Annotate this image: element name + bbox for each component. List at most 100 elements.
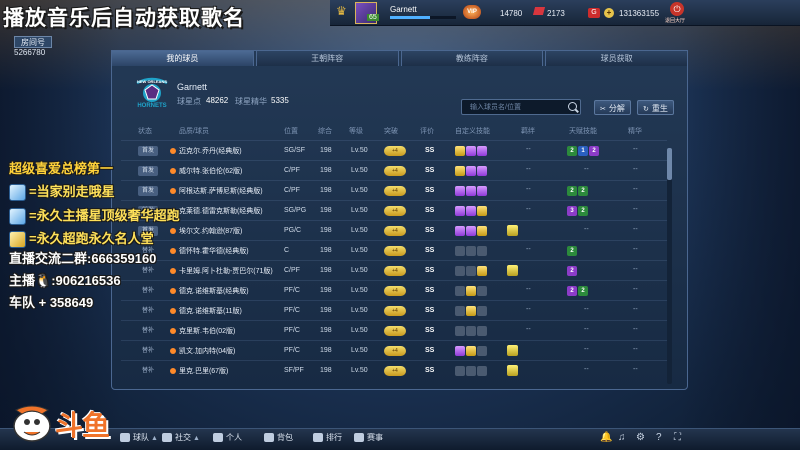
skill-icon[interactable]: [466, 326, 476, 336]
skill-icon[interactable]: [477, 166, 487, 176]
player-status[interactable]: 替补: [138, 306, 158, 316]
player-name-cell[interactable]: 卡里姆.阿卜杜勒-贾巴尔(71版): [179, 266, 273, 276]
talent-badge[interactable]: 2: [567, 246, 577, 256]
skill-icon[interactable]: [455, 206, 465, 216]
talent-badge[interactable]: 2: [578, 286, 588, 296]
player-name-cell[interactable]: 克莱德.德雷克斯勒(经典版): [179, 206, 263, 216]
decompose-button[interactable]: ✂ 分解: [594, 100, 631, 115]
tab-coach-lineup[interactable]: 教练阵容: [400, 50, 544, 66]
skill-icon[interactable]: [455, 186, 465, 196]
skill-icon[interactable]: [455, 346, 465, 356]
table-row[interactable]: 首发 克莱德.德雷克斯勒(经典版) SG/PG 198 Lv.50 +4 SS -- 3 2 --: [121, 200, 667, 220]
rebirth-button[interactable]: ↻ 重生: [637, 100, 674, 115]
settings-icon[interactable]: ⚙: [636, 432, 645, 443]
skill-icon[interactable]: [466, 206, 476, 216]
nav-rank[interactable]: 排行: [313, 432, 342, 443]
talent-badge[interactable]: 2: [567, 266, 577, 276]
notification-icon[interactable]: 🔔: [600, 432, 612, 443]
skill-icon[interactable]: [466, 226, 476, 236]
player-name-cell[interactable]: 凯文.加内特(04版): [179, 346, 235, 356]
player-name-cell[interactable]: 德怀特.霍华德(经典版): [179, 246, 249, 256]
music-icon[interactable]: ♫: [618, 432, 626, 443]
player-status[interactable]: 首发: [138, 166, 158, 176]
player-name-cell[interactable]: 克里斯.韦伯(02版): [179, 326, 235, 336]
table-row[interactable]: 替补 卡里姆.阿卜杜勒-贾巴尔(71版) C/PF 198 Lv.50 +4 SS 2 --: [121, 260, 667, 280]
skill-icon[interactable]: [455, 246, 465, 256]
skill-icon[interactable]: [477, 346, 487, 356]
player-status[interactable]: 首发: [138, 186, 158, 196]
skill-icon[interactable]: [477, 186, 487, 196]
tab-my-players[interactable]: 我的球员: [111, 50, 254, 66]
bond-icon[interactable]: [507, 265, 518, 276]
skill-icon[interactable]: [455, 166, 465, 176]
player-name-cell[interactable]: 埃尔文.约翰逊(87版): [179, 226, 242, 236]
skill-icon[interactable]: [455, 146, 465, 156]
skill-icon[interactable]: [477, 226, 487, 236]
skill-icon[interactable]: [466, 346, 476, 356]
table-row[interactable]: 首发 威尔特.张伯伦(62版) C/PF 198 Lv.50 +4 SS -- -- --: [121, 160, 667, 180]
skill-icon[interactable]: [466, 306, 476, 316]
skill-icon[interactable]: [477, 266, 487, 276]
skill-icon[interactable]: [455, 366, 465, 376]
talent-badge[interactable]: 3: [567, 206, 577, 216]
skill-icon[interactable]: [455, 266, 465, 276]
skill-icon[interactable]: [466, 286, 476, 296]
breakthrough-badge[interactable]: +4: [384, 206, 406, 216]
bond-icon[interactable]: [507, 345, 518, 356]
player-name-cell[interactable]: 德克.诺维斯基(11版): [179, 306, 242, 316]
skill-icon[interactable]: [466, 366, 476, 376]
table-row[interactable]: 替补 德克.诺维斯基(11版) PF/C 198 Lv.50 +4 SS -- -- --: [121, 300, 667, 320]
talent-badge[interactable]: 1: [578, 146, 588, 156]
breakthrough-badge[interactable]: +4: [384, 286, 406, 296]
vip-icon[interactable]: VIP: [463, 5, 481, 19]
talent-badge[interactable]: 2: [567, 286, 577, 296]
nav-person[interactable]: 个人: [213, 432, 242, 443]
exit-to-lobby-button[interactable]: ⏻ 退回大厅: [663, 2, 691, 24]
talent-badge[interactable]: 2: [567, 146, 577, 156]
skill-icon[interactable]: [477, 206, 487, 216]
skill-icon[interactable]: [466, 146, 476, 156]
fullscreen-icon[interactable]: ⛶: [674, 432, 681, 443]
breakthrough-badge[interactable]: +4: [384, 346, 406, 356]
table-row[interactable]: 替补 里克.巴里(67版) SF/PF 198 Lv.50 +4 SS -- --: [121, 360, 667, 380]
skill-icon[interactable]: [455, 286, 465, 296]
skill-icon[interactable]: [477, 146, 487, 156]
skill-icon[interactable]: [466, 166, 476, 176]
skill-icon[interactable]: [466, 246, 476, 256]
skill-icon[interactable]: [477, 286, 487, 296]
breakthrough-badge[interactable]: +4: [384, 246, 406, 256]
table-row[interactable]: 替补 凯文.加内特(04版) PF/C 198 Lv.50 +4 SS -- --: [121, 340, 667, 360]
skill-icon[interactable]: [455, 306, 465, 316]
skill-icon[interactable]: [477, 366, 487, 376]
nav-social[interactable]: 社交 ▲: [162, 432, 200, 443]
breakthrough-badge[interactable]: +4: [384, 366, 406, 376]
table-row[interactable]: 首发 埃尔文.约翰逊(87版) PG/C 198 Lv.50 +4 SS -- --: [121, 220, 667, 240]
bond-icon[interactable]: [507, 225, 518, 236]
bond-icon[interactable]: [507, 365, 518, 376]
skill-icon[interactable]: [455, 326, 465, 336]
help-icon[interactable]: ?: [656, 432, 662, 443]
talent-badge[interactable]: 2: [567, 186, 577, 196]
table-row[interactable]: 替补 克里斯.韦伯(02版) PF/C 198 Lv.50 +4 SS -- -- --: [121, 320, 667, 340]
breakthrough-badge[interactable]: +4: [384, 306, 406, 316]
player-status[interactable]: 替补: [138, 286, 158, 296]
skill-icon[interactable]: [466, 186, 476, 196]
breakthrough-badge[interactable]: +4: [384, 186, 406, 196]
table-row[interactable]: 首发 阿根达斯.萨博尼斯(经典版) C/PF 198 Lv.50 +4 SS -- 2 2 --: [121, 180, 667, 200]
talent-badge[interactable]: 2: [578, 206, 588, 216]
scrollbar-thumb[interactable]: [667, 148, 672, 180]
table-row[interactable]: 首发 迈克尔.乔丹(经典版) SG/SF 198 Lv.50 +4 SS -- 2 1 2 --: [121, 140, 667, 160]
player-name-cell[interactable]: 迈克尔.乔丹(经典版): [179, 146, 242, 156]
breakthrough-badge[interactable]: +4: [384, 326, 406, 336]
skill-icon[interactable]: [477, 326, 487, 336]
player-status[interactable]: 替补: [138, 326, 158, 336]
nav-bag[interactable]: 背包: [264, 432, 293, 443]
table-row[interactable]: 替补 德克.诺维斯基(经典版) PF/C 198 Lv.50 +4 SS -- 2 2 --: [121, 280, 667, 300]
tab-player-acquire[interactable]: 球员获取: [545, 50, 688, 66]
breakthrough-badge[interactable]: +4: [384, 166, 406, 176]
nav-trophy[interactable]: 赛事: [354, 432, 383, 443]
search-icon[interactable]: [568, 102, 577, 111]
skill-icon[interactable]: [477, 246, 487, 256]
player-status[interactable]: 首发: [138, 146, 158, 156]
player-status[interactable]: 替补: [138, 266, 158, 276]
